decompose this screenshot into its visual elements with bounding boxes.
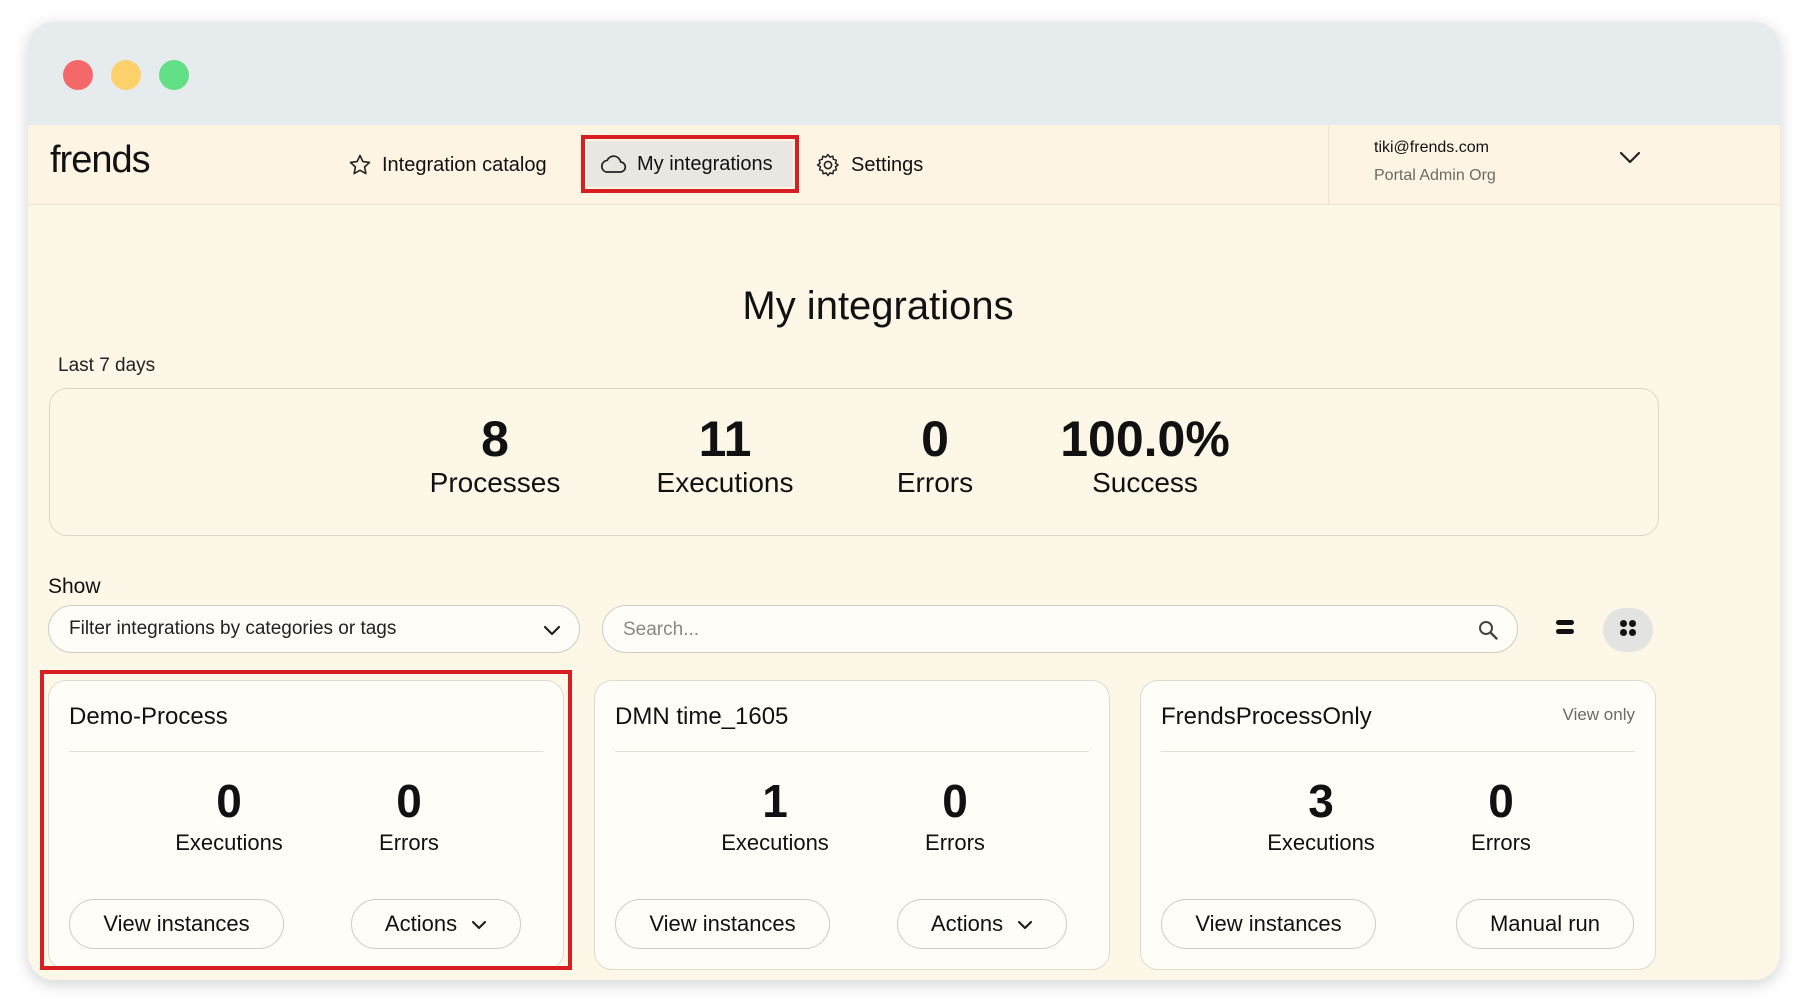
page-title: My integrations [742, 284, 1014, 328]
stat-label: Executions [656, 467, 794, 498]
button-label: View instances [649, 911, 796, 936]
stat-label: Processes [429, 467, 561, 498]
view-instances-button[interactable]: View instances [69, 899, 284, 949]
nav-my-integrations-label: My integrations [637, 152, 773, 175]
list-view-toggle[interactable] [1548, 612, 1582, 646]
minimize-window-button[interactable] [111, 60, 141, 90]
integration-card: FrendsProcessOnly View only 3 Executions… [1140, 680, 1656, 970]
user-org: Portal Admin Org [1374, 167, 1496, 184]
card-executions: 3 Executions [1241, 773, 1401, 857]
metric-label: Errors [1471, 830, 1531, 855]
chevron-down-icon[interactable] [1619, 151, 1641, 170]
search-input[interactable] [623, 616, 1423, 644]
nav-settings[interactable]: Settings [815, 125, 923, 205]
grid-view-icon [1618, 618, 1638, 643]
title-bar [28, 22, 1780, 125]
metric-value: 0 [396, 775, 422, 827]
metric-value: 1 [762, 775, 788, 827]
user-email: tiki@frends.com [1374, 139, 1489, 156]
stat-label: Errors [896, 467, 974, 498]
metric-label: Executions [721, 830, 829, 855]
metric-value: 0 [216, 775, 242, 827]
view-only-badge: View only [1562, 705, 1635, 724]
button-label: View instances [103, 911, 250, 936]
metric-label: Errors [925, 830, 985, 855]
chevron-down-icon [543, 621, 561, 643]
category-filter-value: Filter integrations by categories or tag… [69, 618, 397, 639]
metric-label: Executions [1267, 830, 1375, 855]
search-box[interactable] [602, 605, 1518, 653]
actions-dropdown-button[interactable]: Actions [351, 899, 521, 949]
card-divider [69, 751, 543, 752]
stat-value: 0 [921, 411, 949, 467]
metric-value: 3 [1308, 775, 1334, 827]
nav-settings-label: Settings [851, 153, 924, 176]
stat-errors: 0 Errors [870, 409, 1000, 501]
cloud-icon [599, 153, 627, 175]
metric-label: Executions [175, 830, 283, 855]
gear-icon [815, 152, 841, 178]
card-errors: 0 Errors [329, 773, 489, 857]
card-title[interactable]: DMN time_1605 [615, 703, 788, 731]
grid-view-toggle[interactable] [1603, 608, 1653, 652]
top-navigation: frends Integration catalog My integratio… [28, 125, 1780, 205]
nav-integration-catalog-label: Integration catalog [382, 153, 547, 176]
maximize-window-button[interactable] [159, 60, 189, 90]
summary-stats-panel: 8 Processes 11 Executions 0 Errors 100.0… [49, 388, 1659, 536]
stat-label: Success [1092, 467, 1198, 498]
stat-success: 100.0% Success [1050, 409, 1240, 501]
card-title[interactable]: FrendsProcessOnly [1161, 703, 1372, 731]
button-label: Actions [384, 911, 458, 936]
star-icon [348, 153, 372, 177]
card-executions: 0 Executions [149, 773, 309, 857]
list-view-icon [1554, 618, 1576, 641]
card-errors: 0 Errors [1421, 773, 1581, 857]
button-label: Actions [930, 911, 1004, 936]
metric-label: Errors [379, 830, 439, 855]
metric-value: 0 [942, 775, 968, 827]
search-icon[interactable] [1477, 619, 1499, 646]
card-title[interactable]: Demo-Process [69, 703, 228, 731]
integration-card: DMN time_1605 1 Executions 0 Errors View… [594, 680, 1110, 970]
nav-integration-catalog[interactable]: Integration catalog [348, 125, 547, 205]
stat-value: 100.0% [1060, 411, 1230, 467]
button-label: Manual run [1489, 911, 1601, 936]
card-errors: 0 Errors [875, 773, 1035, 857]
integration-card: Demo-Process 0 Executions 0 Errors View … [48, 680, 564, 970]
period-label: Last 7 days [58, 355, 156, 376]
category-filter-dropdown[interactable]: Filter integrations by categories or tag… [48, 605, 580, 653]
card-divider [615, 751, 1089, 752]
stat-processes: 8 Processes [410, 409, 580, 501]
frends-logo[interactable]: frends [50, 139, 151, 182]
metric-value: 0 [1488, 775, 1514, 827]
card-executions: 1 Executions [695, 773, 855, 857]
actions-dropdown-button[interactable]: Actions [897, 899, 1067, 949]
button-label: View instances [1195, 911, 1342, 936]
stat-value: 8 [481, 411, 509, 467]
nav-my-integrations[interactable]: My integrations [581, 135, 799, 193]
view-instances-button[interactable]: View instances [615, 899, 830, 949]
view-instances-button[interactable]: View instances [1161, 899, 1376, 949]
chevron-down-icon [471, 911, 487, 937]
stat-executions: 11 Executions [630, 409, 820, 501]
card-divider [1161, 751, 1635, 752]
chevron-down-icon [1017, 911, 1033, 937]
close-window-button[interactable] [63, 60, 93, 90]
show-label: Show [48, 575, 101, 598]
user-menu[interactable]: tiki@frends.com Portal Admin Org [1328, 125, 1780, 205]
manual-run-button[interactable]: Manual run [1456, 899, 1634, 949]
stat-value: 11 [698, 411, 752, 467]
browser-window: frends Integration catalog My integratio… [28, 22, 1780, 980]
